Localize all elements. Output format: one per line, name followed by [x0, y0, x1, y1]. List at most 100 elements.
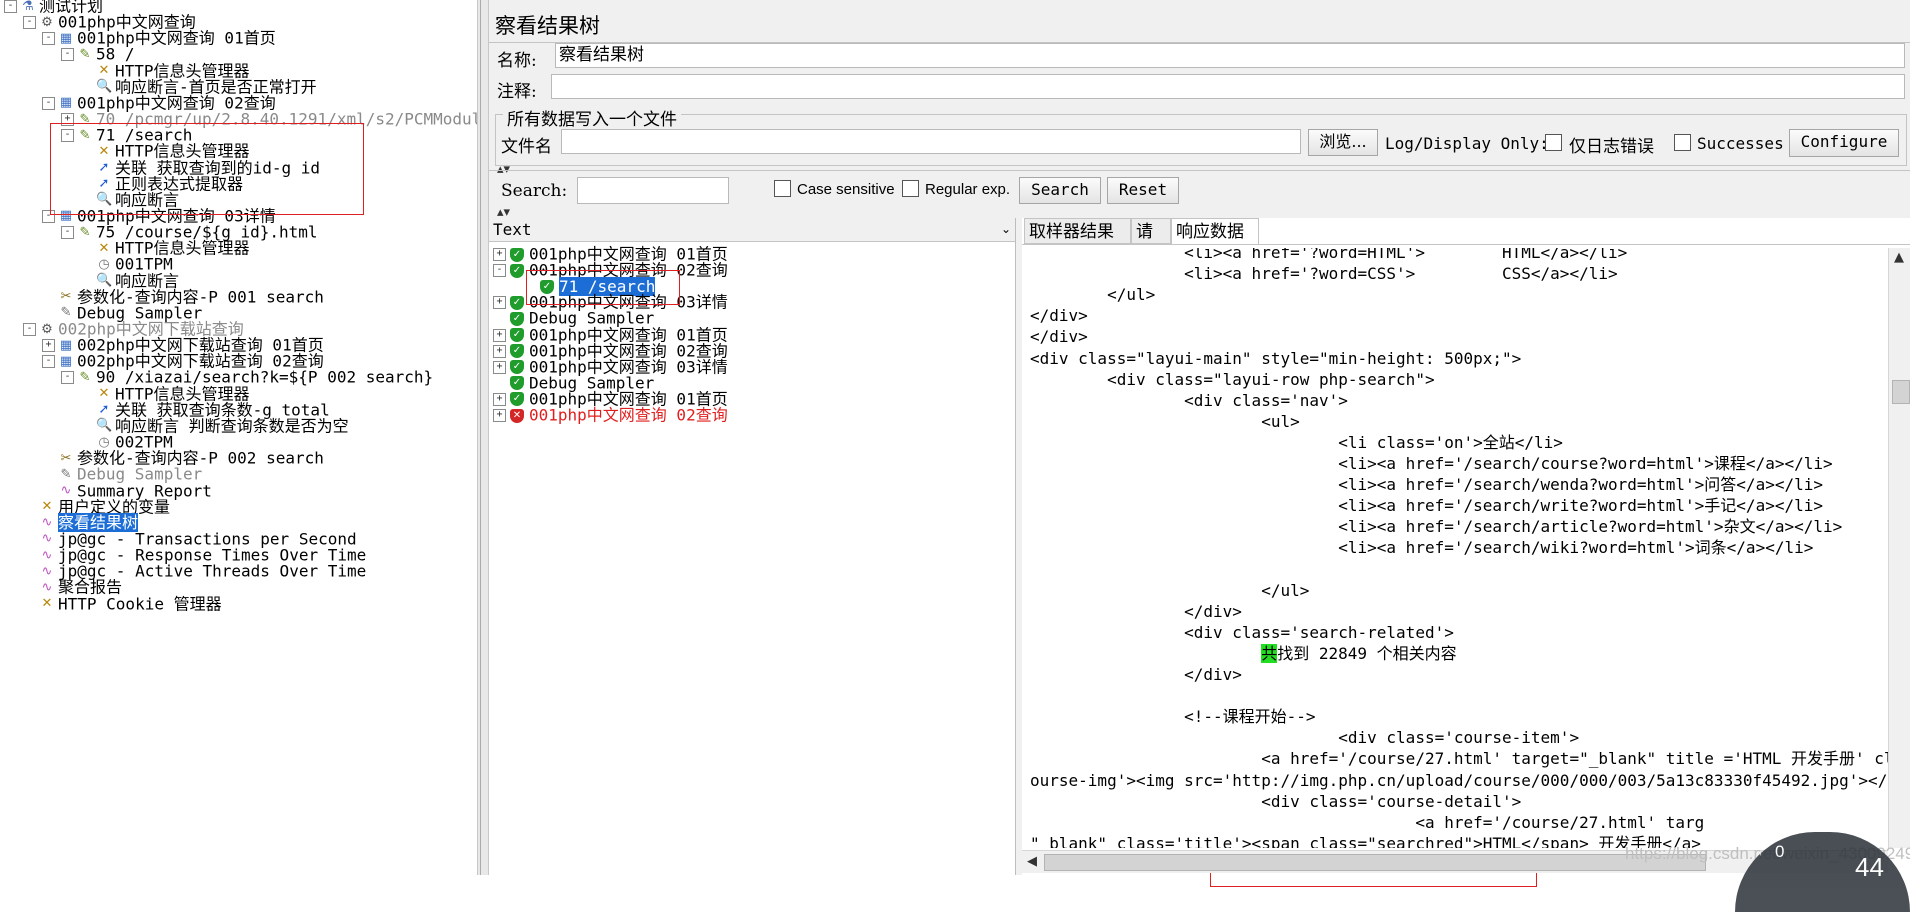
tab-request[interactable]: 请求 — [1131, 218, 1171, 268]
response-line: <li><a href='?word=HTML'> HTML</a></li> — [1030, 248, 1628, 262]
tree-item[interactable]: ✂ 参数化-查询内容-P 001 search — [42, 289, 324, 305]
configure-button[interactable]: Configure — [1789, 129, 1899, 157]
expand-icon[interactable]: + — [493, 328, 506, 342]
browse-button[interactable]: 浏览... — [1308, 129, 1378, 156]
tab-sampler-result[interactable]: 取样器结果 — [1024, 218, 1131, 244]
tree-item[interactable]: - ⚙ 001php中文网查询 — [23, 14, 196, 30]
tree-item[interactable]: - ▦ 001php中文网查询 01首页 — [42, 30, 276, 46]
success-shield-icon: ✓ — [510, 360, 524, 375]
tree-item[interactable]: ✎ Debug Sampler — [42, 466, 203, 482]
sampler-icon: ✎ — [79, 46, 91, 62]
reset-button[interactable]: Reset — [1107, 177, 1179, 204]
transaction-controller-icon: ▦ — [59, 95, 73, 111]
tab-response-data[interactable]: 响应数据 — [1171, 218, 1259, 244]
result-item[interactable]: + ✕ 001php中文网查询 02查询 — [493, 407, 728, 423]
expand-icon[interactable]: + — [493, 360, 506, 374]
collapse-icon[interactable]: - — [23, 16, 36, 30]
tree-item[interactable]: 🔍 响应断言 — [80, 273, 179, 289]
highlight-box — [50, 123, 364, 215]
search-button[interactable]: Search — [1019, 177, 1101, 204]
tree-item[interactable]: ∿ jp@gc - Response Times Over Time — [23, 547, 367, 563]
expand-icon[interactable]: + — [493, 248, 506, 261]
expand-icon[interactable]: + — [493, 296, 506, 310]
csv-config-icon: ✂ — [60, 450, 72, 466]
expand-icon[interactable]: + — [493, 344, 506, 358]
name-field[interactable]: 察看结果树 — [555, 43, 1905, 68]
tree-item[interactable]: - ✎ 90 /xiazai/search?k=${P 002 search} — [61, 369, 433, 385]
tree-item[interactable]: - ▦ 002php中文网下载站查询 02查询 — [42, 353, 324, 369]
search-input[interactable] — [577, 177, 729, 204]
log-display-label: Log/Display Only: — [1385, 134, 1549, 153]
renderer-value: Text — [493, 220, 532, 239]
result-item[interactable]: + ✓ 001php中文网查询 01首页 — [493, 246, 728, 262]
errors-only-checkbox[interactable] — [1545, 134, 1562, 151]
collapse-icon[interactable]: - — [61, 371, 74, 385]
filename-field[interactable] — [561, 129, 1301, 154]
listener-icon: ∿ — [41, 531, 53, 547]
result-item[interactable]: ✓ Debug Sampler — [493, 375, 654, 391]
tree-item[interactable]: - ⚙ 002php中文网下载站查询 — [23, 321, 244, 337]
collapse-icon[interactable]: - — [23, 323, 36, 336]
tree-item[interactable]: - ▦ 001php中文网查询 02查询 — [42, 95, 276, 111]
expand-icon[interactable]: + — [493, 392, 506, 406]
regex-checkbox[interactable] — [902, 180, 919, 197]
sampler-results-tree[interactable]: Text ⌄ + ✓ 001php中文网查询 01首页 - ✓ 001php中文网查询 0… — [489, 218, 1016, 875]
result-item[interactable]: ✓ Debug Sampler — [493, 310, 654, 326]
scroll-thumb[interactable] — [1892, 380, 1910, 404]
result-item[interactable]: + ✓ 001php中文网查询 01首页 — [493, 391, 728, 407]
pane-splitter[interactable] — [477, 0, 489, 875]
collapse-icon[interactable]: - — [61, 48, 74, 62]
response-line: ourse-img'><img src='http://img.php.cn/u… — [1030, 770, 1888, 790]
sampler-icon: ✎ — [79, 224, 91, 240]
tree-item[interactable]: ✕ HTTP信息头管理器 — [80, 386, 250, 402]
tree-item[interactable]: ◷ 001TPM — [80, 256, 172, 272]
response-line: <li><a href='/search/course?word=html'>课… — [1030, 454, 1833, 473]
response-line: <div class="layui-row php-search"> — [1030, 369, 1435, 389]
tree-item[interactable]: 🔍 响应断言 判断查询条数是否为空 — [80, 418, 349, 434]
extractor-icon: ➚ — [98, 402, 110, 418]
tree-item[interactable]: ✕ HTTP Cookie 管理器 — [23, 596, 222, 612]
tree-item[interactable]: - ✎ 58 / — [61, 46, 135, 62]
tree-item[interactable]: ◷ 002TPM — [80, 434, 172, 450]
expand-icon[interactable]: + — [42, 339, 55, 353]
tree-item[interactable]: ∿ 察看结果树 — [23, 513, 139, 533]
tree-item[interactable]: ∿ 聚合报告 — [23, 579, 122, 595]
tree-item[interactable]: + ▦ 002php中文网下载站查询 01首页 — [42, 337, 324, 353]
tree-item[interactable]: ✕ HTTP信息头管理器 — [80, 240, 250, 256]
success-shield-icon: ✓ — [510, 392, 524, 407]
scroll-left-icon[interactable]: ◀ — [1027, 854, 1037, 869]
config-tool-icon: ✕ — [98, 63, 110, 79]
tree-item[interactable]: ∿ jp@gc - Active Threads Over Time — [23, 563, 367, 579]
collapse-icon[interactable]: - — [42, 355, 55, 369]
success-shield-icon: ✓ — [510, 311, 524, 326]
tree-item[interactable]: 🔍 响应断言-首页是否正常打开 — [80, 79, 317, 95]
scroll-up-icon[interactable]: ▲ — [1894, 250, 1904, 265]
response-data-text[interactable]: <li><a href='?word=HTML'> HTML</a></li> … — [1022, 248, 1888, 848]
collapse-icon[interactable]: - — [42, 96, 55, 110]
result-item[interactable]: + ✓ 001php中文网查询 02查询 — [493, 343, 728, 359]
tree-item[interactable]: ✂ 参数化-查询内容-P 002 search — [42, 450, 324, 466]
case-sensitive-checkbox[interactable] — [774, 180, 791, 197]
tree-item[interactable]: ✕ 用户定义的变量 — [23, 499, 170, 515]
timer-icon: ◷ — [98, 256, 110, 272]
comment-field[interactable] — [551, 74, 1905, 99]
collapse-icon[interactable]: - — [4, 0, 17, 13]
tree-item[interactable]: ✎ Debug Sampler — [42, 305, 203, 321]
tree-item[interactable]: ∿ Summary Report — [42, 483, 212, 499]
vertical-scrollbar[interactable]: ▲ — [1888, 248, 1910, 848]
tree-item[interactable]: ∿ jp@gc - Transactions per Second — [23, 531, 357, 547]
tree-item[interactable]: ✕ HTTP信息头管理器 — [80, 63, 250, 79]
scroll-thumb[interactable] — [1044, 854, 1706, 871]
tree-item[interactable]: ➚ 关联 获取查询条数-g total — [80, 402, 330, 418]
result-item[interactable]: + ✓ 001php中文网查询 01首页 — [493, 327, 728, 343]
tree-item[interactable]: - ✎ 75 /course/${g id}.html — [61, 224, 318, 240]
expand-icon[interactable]: + — [493, 409, 506, 422]
view-results-tree-panel: 察看结果树 名称: 察看结果树 注释: 所有数据写入一个文件 文件名 浏览...… — [489, 0, 1910, 887]
result-item[interactable]: + ✓ 001php中文网查询 03详情 — [493, 359, 728, 375]
renderer-select[interactable]: Text ⌄ — [489, 218, 1015, 242]
gauge-value: 0 — [1775, 842, 1785, 861]
collapse-icon[interactable]: - — [61, 226, 74, 240]
collapse-icon[interactable]: - — [493, 264, 506, 278]
collapse-icon[interactable]: - — [42, 32, 55, 46]
successes-checkbox[interactable] — [1674, 134, 1691, 151]
